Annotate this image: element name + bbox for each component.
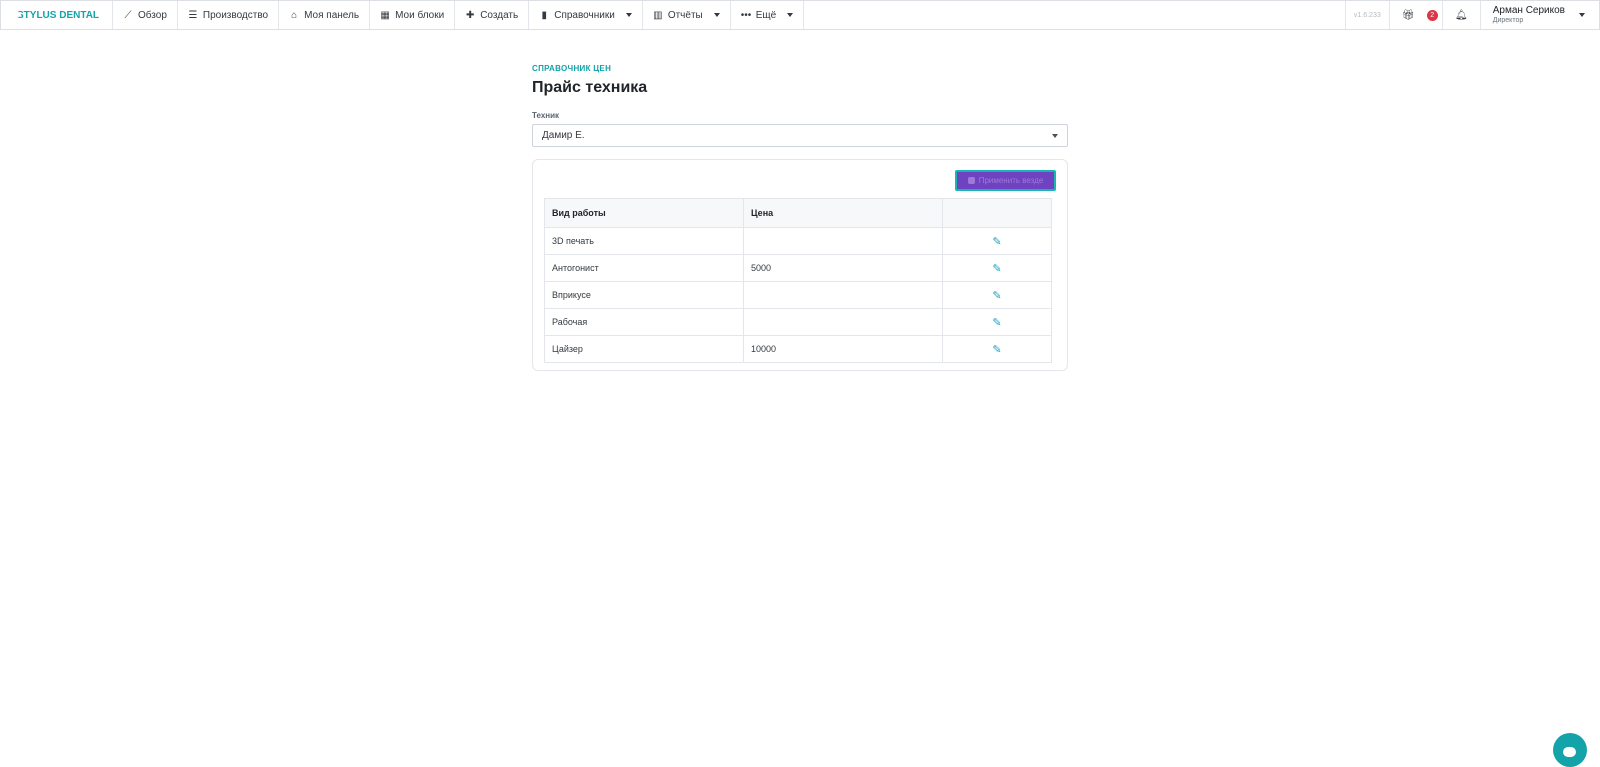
nav-item-2[interactable]: ⌂ Моя панель <box>279 1 371 29</box>
price-cell <box>743 308 943 336</box>
gift-button[interactable]: 🎁︎ <box>1388 1 1427 29</box>
nav-item-label: Моя панель <box>304 9 360 21</box>
chart-line-icon: ⟋ <box>124 9 132 21</box>
chat-widget-button[interactable] <box>1553 733 1587 767</box>
home-icon: ⌂ <box>291 9 298 21</box>
actions-cell: ✎ <box>942 281 1052 309</box>
ellipsis-icon: ••• <box>740 9 752 21</box>
actions-cell: ✎ <box>942 254 1052 282</box>
price-table: Вид работы Цена 3D печать ✎ Антогонист 5000… <box>544 198 1052 363</box>
chevron-down-icon <box>1052 133 1058 138</box>
bell-icon: 🔔︎ <box>1454 9 1468 21</box>
work-type-cell: Цайзер <box>544 335 744 363</box>
nav-item-label: Создать <box>480 9 519 21</box>
list-icon: ☰ <box>188 9 198 21</box>
nav-item-1[interactable]: ☰ Производство <box>178 1 280 29</box>
gift-icon: 🎁︎ <box>1401 9 1415 21</box>
price-cell: 10000 <box>743 335 943 363</box>
nav-item-label: Производство <box>202 9 269 21</box>
column-header-actions <box>942 198 1052 228</box>
nav-item-6[interactable]: ▥ Отчёты <box>643 1 731 29</box>
technician-label: Техник <box>532 111 560 120</box>
column-header-price: Цена <box>743 198 943 228</box>
top-navbar: STYLUS DENTAL ⟋ Обзор ☰ Производство ⌂ Моя па… <box>0 0 1600 30</box>
nav-item-3[interactable]: ▦ Мои блоки <box>370 1 456 29</box>
actions-cell: ✎ <box>942 227 1052 255</box>
notification-badge: 2 <box>1426 9 1438 21</box>
work-type-cell: Вприкусе <box>544 281 744 309</box>
actions-cell: ✎ <box>942 308 1052 336</box>
user-name: Арман Сериков <box>1492 5 1565 17</box>
price-cell: 5000 <box>743 254 943 282</box>
nav-item-label: Справочники <box>554 9 615 21</box>
nav-item-label: Отчёты <box>667 9 703 21</box>
table-row: Антогонист 5000 ✎ <box>544 254 1052 282</box>
work-type-cell: Рабочая <box>544 308 744 336</box>
grid-icon: ▦ <box>380 9 390 21</box>
nav-item-4[interactable]: ✚ Создать <box>455 1 530 29</box>
apply-everywhere-button[interactable]: Применить везде <box>955 170 1056 191</box>
bell-button[interactable]: 🔔︎ <box>1441 1 1480 29</box>
user-role: Директор <box>1492 16 1524 24</box>
apply-icon <box>967 177 975 184</box>
table-row: 3D печать ✎ <box>544 227 1052 255</box>
chevron-down-icon <box>1579 13 1585 17</box>
table-row: Цайзер 10000 ✎ <box>544 335 1052 363</box>
edit-pencil-icon[interactable]: ✎ <box>992 262 1001 275</box>
edit-pencil-icon[interactable]: ✎ <box>992 316 1001 329</box>
plus-icon: ✚ <box>466 9 475 21</box>
table-row: Рабочая ✎ <box>544 308 1052 336</box>
page-eyebrow: СПРАВОЧНИК ЦЕН <box>532 64 612 73</box>
page-title: Прайс техника <box>532 79 648 96</box>
nav-item-label: Мои блоки <box>395 9 445 21</box>
edit-pencil-icon[interactable]: ✎ <box>992 289 1001 302</box>
nav-item-5[interactable]: ▮ Справочники <box>529 1 643 29</box>
chevron-down-icon <box>713 13 720 17</box>
price-cell <box>743 281 943 309</box>
chevron-down-icon <box>787 13 794 17</box>
column-header-work: Вид работы <box>544 198 744 228</box>
nav-item-label: Обзор <box>138 9 167 21</box>
chevron-down-icon <box>625 13 632 17</box>
brand-name: STYLUS DENTAL <box>17 9 100 21</box>
book-icon: ▮ <box>541 9 547 21</box>
brand-logo-link[interactable]: STYLUS DENTAL <box>1 1 113 29</box>
edit-pencil-icon[interactable]: ✎ <box>992 235 1001 248</box>
edit-pencil-icon[interactable]: ✎ <box>992 343 1001 356</box>
nav-item-0[interactable]: ⟋ Обзор <box>113 1 178 29</box>
price-cell <box>743 227 943 255</box>
table-row: Вприкусе ✎ <box>544 281 1052 309</box>
nav-item-7[interactable]: ••• Ещё <box>731 1 805 29</box>
work-type-cell: 3D печать <box>544 227 744 255</box>
price-card: Применить везде Вид работы Цена 3D печат… <box>532 159 1068 371</box>
bar-chart-icon: ▥ <box>653 9 663 21</box>
technician-select[interactable]: Дамир Е. <box>532 124 1068 147</box>
table-header-row: Вид работы Цена <box>544 198 1052 228</box>
technician-selected-value: Дамир Е. <box>542 130 585 141</box>
work-type-cell: Антогонист <box>544 254 744 282</box>
apply-everywhere-label: Применить везде <box>978 176 1044 185</box>
nav-item-label: Ещё <box>755 9 777 21</box>
notifications-count-button[interactable]: 2 <box>1426 1 1442 29</box>
actions-cell: ✎ <box>942 335 1052 363</box>
user-menu[interactable]: Арман Сериков Директор <box>1479 1 1599 29</box>
app-version: v1.6.233 <box>1344 1 1389 29</box>
main-content: СПРАВОЧНИК ЦЕН Прайс техника Техник Дами… <box>532 60 1068 371</box>
